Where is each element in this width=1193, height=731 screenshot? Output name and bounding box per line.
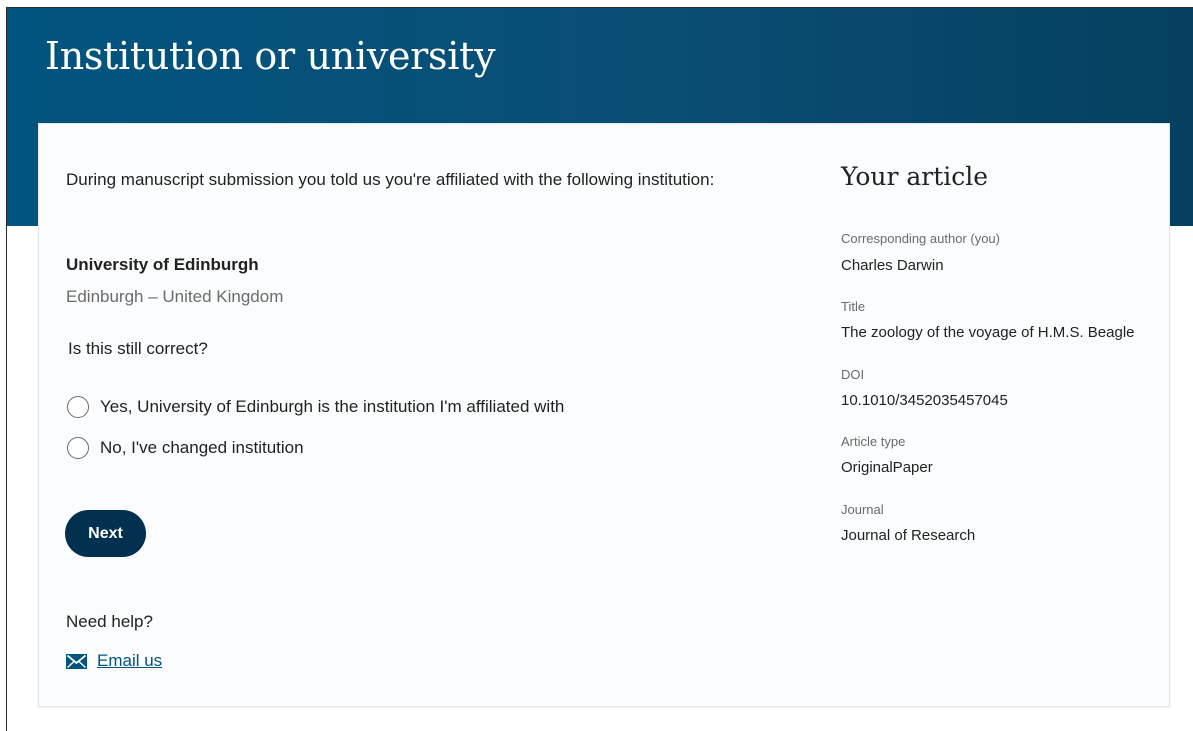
next-button[interactable]: Next <box>65 510 146 557</box>
help-heading: Need help? <box>66 612 153 631</box>
mail-icon <box>66 653 87 669</box>
doi-label: DOI <box>841 367 865 382</box>
question-label: Is this still correct? <box>68 339 208 358</box>
radio-option-no[interactable]: No, I've changed institution <box>67 435 304 461</box>
radio-button-yes[interactable] <box>67 396 89 418</box>
your-article-heading: Your article <box>841 162 989 191</box>
radio-button-no[interactable] <box>67 437 89 459</box>
email-us-link[interactable]: Email us <box>66 649 162 673</box>
institution-location: Edinburgh – United Kingdom <box>66 287 284 306</box>
institution-name: University of Edinburgh <box>66 255 259 274</box>
title-value: The zoology of the voyage of H.M.S. Beag… <box>841 324 1135 341</box>
page: Institution or university During manuscr… <box>0 0 1193 731</box>
journal-label: Journal <box>841 502 884 517</box>
page-title: Institution or university <box>45 34 496 78</box>
radio-label-yes: Yes, University of Edinburgh is the inst… <box>100 397 565 416</box>
radio-label-no: No, I've changed institution <box>100 438 304 457</box>
corresponding-author-label: Corresponding author (you) <box>841 231 1000 246</box>
article-type-label: Article type <box>841 434 906 449</box>
intro-text: During manuscript submission you told us… <box>66 170 715 189</box>
article-type-value: OriginalPaper <box>841 459 933 476</box>
affiliation-card: During manuscript submission you told us… <box>38 123 1170 707</box>
email-us-label: Email us <box>97 651 163 670</box>
title-label: Title <box>841 299 866 314</box>
corresponding-author-value: Charles Darwin <box>841 257 944 274</box>
radio-option-yes[interactable]: Yes, University of Edinburgh is the inst… <box>67 394 564 420</box>
journal-value: Journal of Research <box>841 527 976 544</box>
doi-value: 10.1010/3452035457045 <box>841 392 1008 409</box>
